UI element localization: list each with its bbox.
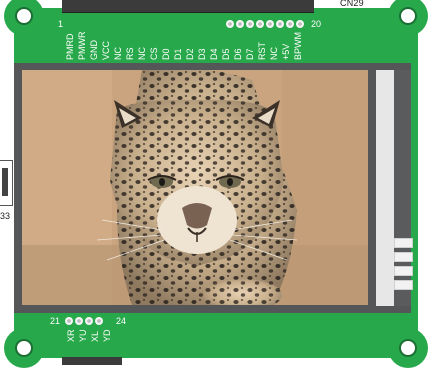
signal-label: PMWR — [77, 31, 87, 61]
signal-label: NC — [269, 47, 279, 60]
pad — [266, 20, 274, 28]
signal-label: XL — [90, 330, 100, 342]
signal-label: GND — [89, 40, 99, 60]
pad — [286, 20, 294, 28]
mounting-hole-top-right — [399, 7, 417, 25]
side-connector-label: 33 — [0, 211, 11, 221]
bottom-pin-header — [62, 357, 122, 365]
mounting-hole-bottom-right — [399, 339, 417, 357]
bottom-pin-number-first: 21 — [50, 316, 61, 326]
pad — [85, 317, 93, 325]
signal-label: D7 — [245, 48, 255, 60]
signal-label: YU — [78, 329, 88, 342]
signal-label: YD — [102, 329, 112, 342]
display-screen — [22, 70, 368, 305]
pad — [75, 317, 83, 325]
pad — [296, 20, 304, 28]
signal-label: D5 — [221, 48, 231, 60]
connector-label: CN29 — [340, 0, 364, 8]
signal-label: NC — [137, 47, 147, 60]
pin-number-last: 20 — [311, 19, 322, 29]
pad — [246, 20, 254, 28]
mounting-hole-bottom-left — [15, 339, 33, 357]
flex-contact — [394, 252, 413, 262]
signal-label: D0 — [161, 48, 171, 60]
signal-label: XR — [66, 329, 76, 342]
pad — [65, 317, 73, 325]
signal-label: PMRD — [65, 33, 75, 61]
top-pin-header — [62, 0, 314, 13]
mounting-hole-top-left — [15, 7, 33, 25]
pad — [276, 20, 284, 28]
flex-cable — [376, 70, 394, 306]
pad — [95, 317, 103, 325]
signal-label: NC — [113, 47, 123, 60]
signal-label: D6 — [233, 48, 243, 60]
signal-label: BPWM — [293, 32, 303, 60]
signal-label: D3 — [197, 48, 207, 60]
pin-number-first: 1 — [58, 19, 64, 29]
flex-contact — [394, 280, 413, 290]
signal-label: RS — [125, 47, 135, 60]
pad — [256, 20, 264, 28]
bottom-pad-row — [65, 317, 103, 325]
pad — [226, 20, 234, 28]
signal-label: CS — [149, 47, 159, 60]
top-pad-row — [226, 20, 304, 28]
signal-label: VCC — [101, 40, 111, 60]
bottom-pin-number-last: 24 — [116, 316, 127, 326]
signal-label: D1 — [173, 48, 183, 60]
signal-label: D4 — [209, 48, 219, 60]
signal-label: D2 — [185, 48, 195, 60]
signal-label: RST — [257, 42, 267, 60]
leopard-photo — [22, 70, 368, 305]
pad — [236, 20, 244, 28]
flex-contact — [394, 266, 413, 276]
side-connector-pins — [2, 168, 8, 196]
flex-contact — [394, 238, 413, 248]
signal-label: +5V — [281, 43, 291, 60]
